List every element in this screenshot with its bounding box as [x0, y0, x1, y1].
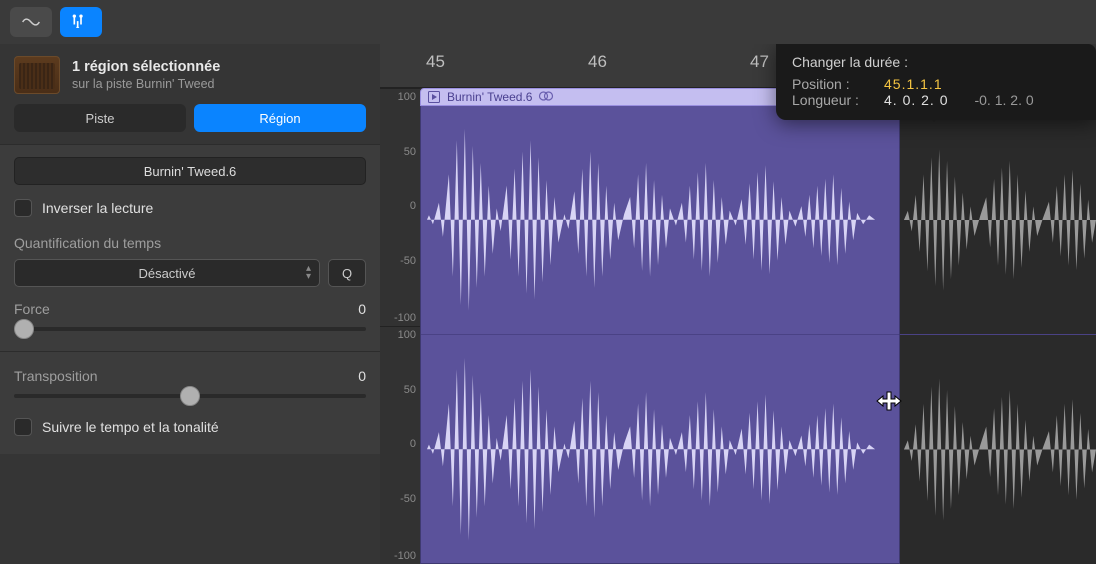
region-name-field[interactable]: Burnin' Tweed.6 [14, 157, 366, 185]
stereo-icon [538, 90, 554, 105]
waveform-right [421, 335, 899, 564]
tooltip-length-label: Longueur : [792, 92, 876, 108]
catch-tool-button[interactable] [60, 7, 102, 37]
tab-region[interactable]: Région [194, 104, 366, 132]
follow-tempo-label: Suivre le tempo et la tonalité [42, 419, 219, 435]
tooltip-position-value: 45.1.1.1 [884, 76, 943, 92]
transpose-label: Transposition [14, 368, 98, 384]
pointer-tool-button[interactable] [10, 7, 52, 37]
ruler-bar: 45 [426, 44, 445, 87]
track-amp-icon [14, 56, 60, 94]
strength-slider[interactable] [14, 327, 366, 331]
tooltip-length-delta: -0. 1. 2. 0 [974, 92, 1033, 108]
quantize-value: Désactivé [138, 266, 195, 281]
editor-toolbar [0, 0, 1096, 44]
quantize-dropdown[interactable]: Désactivé ▴▾ [14, 259, 320, 287]
waveform-left [421, 106, 899, 335]
length-tooltip: Changer la durée : Position : 45.1.1.1 L… [776, 44, 1096, 120]
adjacent-region-preview [900, 106, 1096, 564]
tab-track[interactable]: Piste [14, 104, 186, 132]
transpose-value[interactable]: 0 [358, 368, 366, 384]
amplitude-scale: 100 50 0 -50 -100 100 50 0 -50 -100 [380, 88, 420, 564]
region-inspector: 1 région sélectionnée sur la piste Burni… [0, 44, 380, 564]
strength-label: Force [14, 301, 50, 317]
audio-editor: 45 46 47 100 50 0 -50 -100 100 50 0 -50 [380, 44, 1096, 564]
quantize-apply-button[interactable]: Q [328, 259, 366, 287]
inspector-subtitle: sur la piste Burnin' Tweed [72, 77, 220, 91]
transpose-slider[interactable] [14, 394, 366, 398]
ruler-bar: 46 [588, 44, 607, 87]
audio-region[interactable] [420, 106, 900, 564]
tooltip-length-value: 4. 0. 2. 0 [884, 92, 948, 108]
region-name-label: Burnin' Tweed.6 [447, 90, 532, 104]
inspector-title: 1 région sélectionnée [72, 59, 220, 75]
tooltip-title: Changer la durée : [792, 54, 1080, 70]
chevron-updown-icon: ▴▾ [306, 265, 311, 281]
ruler-bar: 47 [750, 44, 769, 87]
region-play-icon[interactable] [427, 91, 441, 103]
reverse-playback-checkbox[interactable] [14, 199, 32, 217]
quantize-section-label: Quantification du temps [14, 235, 366, 251]
follow-tempo-checkbox[interactable] [14, 418, 32, 436]
tooltip-position-label: Position : [792, 76, 876, 92]
reverse-playback-label: Inverser la lecture [42, 200, 153, 216]
strength-value[interactable]: 0 [358, 301, 366, 317]
